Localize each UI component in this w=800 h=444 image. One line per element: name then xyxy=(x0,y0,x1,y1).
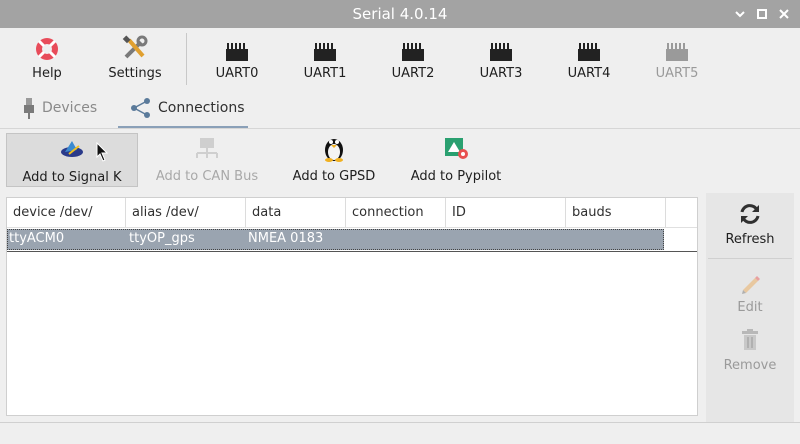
uart0-label: UART0 xyxy=(215,66,259,81)
chip-icon xyxy=(666,43,688,61)
signalk-icon xyxy=(61,141,83,157)
header-divider xyxy=(7,227,697,228)
maximize-icon xyxy=(757,9,767,19)
column-header-bauds[interactable]: bauds xyxy=(566,198,666,227)
penguin-icon xyxy=(325,139,343,162)
add-to-pypilot-label: Add to Pypilot xyxy=(410,169,502,184)
cell-data: NMEA 0183 xyxy=(248,231,324,246)
chip-icon xyxy=(578,43,600,61)
add-to-canbus-label: Add to CAN Bus xyxy=(155,169,259,184)
column-header-connection[interactable]: connection xyxy=(346,198,446,227)
refresh-button[interactable]: Refresh xyxy=(706,202,794,247)
tab-devices[interactable]: Devices xyxy=(22,90,122,126)
pypilot-icon xyxy=(445,138,468,159)
chip-icon xyxy=(402,43,424,61)
help-button[interactable]: Help xyxy=(4,28,90,88)
cursor-icon xyxy=(96,141,109,162)
tab-connections-label: Connections xyxy=(158,100,245,116)
lifebuoy-icon xyxy=(36,38,58,60)
uart0-button[interactable]: UART0 xyxy=(194,28,280,88)
maximize-button[interactable] xyxy=(750,0,774,28)
tab-bar: Devices Connections xyxy=(0,90,800,128)
tools-icon xyxy=(122,35,148,59)
uart1-button[interactable]: UART1 xyxy=(282,28,368,88)
help-label: Help xyxy=(32,66,62,81)
column-header-id[interactable]: ID xyxy=(446,198,566,227)
uart1-label: UART1 xyxy=(303,66,347,81)
add-to-signalk-button[interactable]: Add to Signal K xyxy=(6,133,138,187)
column-header-data[interactable]: data xyxy=(246,198,346,227)
add-to-pypilot-button[interactable]: Add to Pypilot xyxy=(400,133,512,187)
uart4-label: UART4 xyxy=(567,66,611,81)
uart2-button[interactable]: UART2 xyxy=(370,28,456,88)
toolbar: Help Settings UART0 UART1 UART2 UART3 UA… xyxy=(0,28,800,88)
tab-divider xyxy=(0,128,800,129)
pencil-icon xyxy=(742,276,760,294)
window-title: Serial 4.0.14 xyxy=(352,5,448,23)
status-divider xyxy=(0,422,800,423)
refresh-label: Refresh xyxy=(725,232,775,247)
table-row[interactable] xyxy=(7,229,664,250)
chip-icon xyxy=(314,43,336,61)
add-to-canbus-button[interactable]: Add to CAN Bus xyxy=(146,133,268,187)
cell-device: ttyACM0 xyxy=(9,231,65,246)
cell-alias: ttyOP_gps xyxy=(129,231,195,246)
mouse-cursor xyxy=(96,141,109,166)
uart5-button[interactable]: UART5 xyxy=(634,28,720,88)
remove-button[interactable]: Remove xyxy=(706,328,794,373)
chip-icon xyxy=(490,43,512,61)
toolbar-separator xyxy=(186,33,187,85)
uart3-label: UART3 xyxy=(479,66,523,81)
remove-label: Remove xyxy=(723,358,777,373)
uart2-label: UART2 xyxy=(391,66,435,81)
column-header-device[interactable]: device /dev/ xyxy=(7,198,126,227)
add-to-gpsd-button[interactable]: Add to GPSD xyxy=(284,133,384,187)
column-header-alias[interactable]: alias /dev/ xyxy=(126,198,246,227)
usb-plug-icon xyxy=(24,98,34,119)
tab-devices-label: Devices xyxy=(42,100,98,116)
edit-button[interactable]: Edit xyxy=(706,272,794,315)
settings-label: Settings xyxy=(108,66,162,81)
refresh-icon xyxy=(740,204,760,224)
share-icon xyxy=(131,98,150,118)
network-icon xyxy=(196,138,218,158)
uart3-button[interactable]: UART3 xyxy=(458,28,544,88)
edit-label: Edit xyxy=(737,300,763,315)
close-icon xyxy=(779,9,789,19)
uart5-label: UART5 xyxy=(655,66,699,81)
close-button[interactable] xyxy=(772,0,796,28)
add-to-gpsd-label: Add to GPSD xyxy=(292,169,376,184)
minimize-button[interactable] xyxy=(728,0,752,28)
settings-button[interactable]: Settings xyxy=(92,28,178,88)
trash-icon xyxy=(742,329,758,350)
side-separator xyxy=(708,258,792,259)
chip-icon xyxy=(226,43,248,61)
add-to-signalk-label: Add to Signal K xyxy=(22,170,122,185)
uart4-button[interactable]: UART4 xyxy=(546,28,632,88)
chevron-down-icon xyxy=(735,11,745,18)
row-divider xyxy=(7,251,697,252)
tab-connections[interactable]: Connections xyxy=(118,90,248,126)
